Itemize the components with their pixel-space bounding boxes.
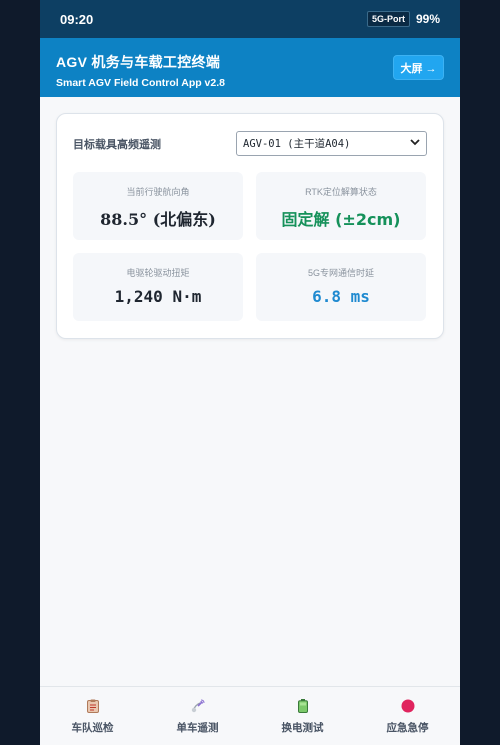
network-badge: 5G-Port	[366, 11, 410, 27]
rtk-value: 固定解 (±2cm)	[281, 210, 401, 229]
chevron-down-icon	[410, 138, 420, 149]
tab-label: 单车遥测	[176, 722, 219, 734]
app-subtitle: Smart AGV Field Control App v2.8	[56, 77, 225, 89]
tab-label: 应急急停	[386, 722, 429, 734]
heading-value: 88.5° (北偏东)	[100, 210, 216, 229]
rtk-label: RTK定位解算状态	[305, 187, 377, 197]
latency-label: 5G专网通信时延	[307, 268, 374, 278]
status-bar: 09:20 5G-Port 99%	[40, 0, 460, 38]
heading-label: 当前行驶航向角	[126, 187, 190, 197]
app-header: AGV 机务与车载工控终端 Smart AGV Field Control Ap…	[40, 38, 460, 97]
tab-fleet-inspection[interactable]: 车队巡检	[40, 687, 145, 745]
clipboard-icon	[86, 699, 100, 713]
bottom-tab-bar: 车队巡检 单车遥测 换电测试 应急急停	[40, 686, 460, 745]
big-screen-button[interactable]: 大屏 →	[393, 55, 444, 80]
battery-level: 99%	[415, 12, 440, 26]
tab-emergency-stop[interactable]: 应急急停	[355, 687, 460, 745]
app-title: AGV 机务与车载工控终端	[56, 54, 221, 70]
torque-value: 1,240 N·m	[114, 287, 202, 306]
tab-battery-swap-test[interactable]: 换电测试	[250, 687, 355, 745]
latency-value: 6.8 ms	[312, 287, 370, 306]
rtk-tile: RTK定位解算状态 固定解 (±2cm)	[256, 172, 426, 240]
status-time: 09:20	[60, 11, 94, 27]
status-indicators: 5G-Port 99%	[366, 11, 440, 27]
app-screen: 09:20 5G-Port 99% AGV 机务与车载工控终端 Smart AG…	[40, 0, 460, 745]
telemetry-card-header: 目标载具高频遥测 AGV-01 (主干道A04)	[73, 131, 427, 156]
telemetry-label: 目标载具高频遥测	[73, 138, 161, 151]
device-select[interactable]: AGV-01 (主干道A04)	[236, 131, 427, 156]
battery-icon	[296, 699, 310, 713]
tab-single-telemetry[interactable]: 单车遥测	[145, 687, 250, 745]
stop-icon	[401, 699, 415, 713]
latency-tile: 5G专网通信时延 6.8 ms	[256, 253, 426, 321]
torque-tile: 电驱轮驱动扭矩 1,240 N·m	[73, 253, 243, 321]
satellite-icon	[191, 699, 205, 713]
tab-label: 换电测试	[281, 722, 324, 734]
telemetry-card: 目标载具高频遥测 AGV-01 (主干道A04) 当前行驶航向角 88.5° (…	[56, 113, 444, 339]
heading-tile: 当前行驶航向角 88.5° (北偏东)	[73, 172, 243, 240]
device-select-value: AGV-01 (主干道A04)	[243, 138, 351, 150]
torque-label: 电驱轮驱动扭矩	[126, 268, 190, 278]
tab-label: 车队巡检	[71, 722, 114, 734]
